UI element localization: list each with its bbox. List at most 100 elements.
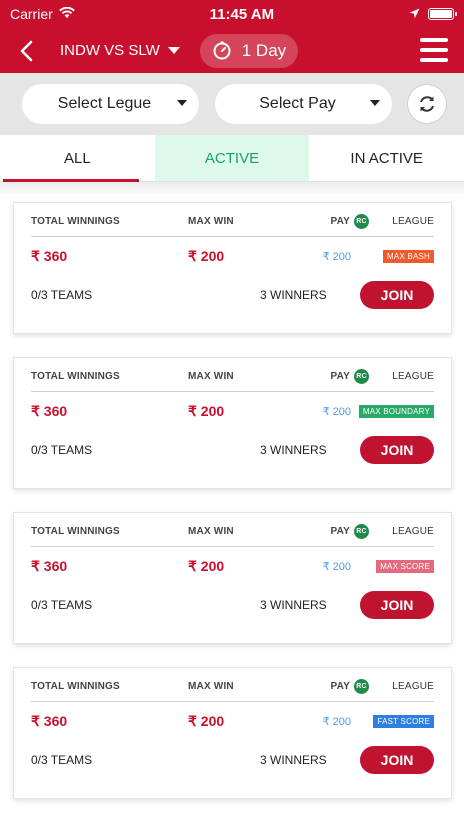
caret-down-icon	[370, 100, 380, 106]
total-winnings-value: ₹ 360	[31, 247, 68, 264]
join-button[interactable]: JOIN	[360, 281, 434, 309]
pay-header-label: PAY	[330, 215, 350, 227]
teams-count: 0/3 TEAMS	[31, 598, 93, 612]
divider	[0, 182, 464, 194]
tab-active[interactable]: ACTIVE	[154, 135, 310, 181]
location-arrow-icon	[409, 6, 420, 22]
pay-header-label: PAY	[330, 525, 350, 537]
match-selector[interactable]: INDW VS SLW	[60, 42, 180, 59]
max-win-value: ₹ 200	[188, 712, 225, 729]
teams-count: 0/3 TEAMS	[31, 288, 93, 302]
card-header: TOTAL WINNINGS MAX WIN PAY RC LEAGUE	[31, 676, 434, 702]
league-header: LEAGUE	[392, 525, 434, 537]
menu-button[interactable]	[420, 38, 448, 62]
tab-in-active[interactable]: IN ACTIVE	[309, 135, 464, 181]
max-win-header: MAX WIN	[188, 370, 234, 382]
rc-coin-icon: RC	[354, 368, 369, 384]
winners-count: 3 WINNERS	[260, 753, 327, 767]
pay-header-label: PAY	[330, 370, 350, 382]
card-values: ₹ 360 ₹ 200 ₹ 200 MAX SCORE	[31, 547, 434, 585]
carrier-label: Carrier	[10, 6, 53, 22]
max-win-header: MAX WIN	[188, 215, 234, 227]
pay-header-label: PAY	[330, 680, 350, 692]
contest-card: TOTAL WINNINGS MAX WIN PAY RC LEAGUE ₹ 36…	[13, 202, 452, 334]
max-win-header: MAX WIN	[188, 680, 234, 692]
pay-value: ₹ 200	[322, 715, 351, 728]
total-winnings-value: ₹ 360	[31, 557, 68, 574]
max-win-value: ₹ 200	[188, 557, 225, 574]
status-bar: Carrier 11:45 AM	[0, 0, 464, 28]
caret-down-icon	[167, 47, 180, 54]
status-right	[409, 6, 457, 22]
league-badge: MAX SCORE	[376, 559, 434, 573]
league-header: LEAGUE	[392, 370, 434, 382]
max-win-value: ₹ 200	[188, 247, 225, 264]
card-header: TOTAL WINNINGS MAX WIN PAY RC LEAGUE	[31, 211, 434, 237]
hamburger-bar	[420, 58, 448, 62]
winners-count: 3 WINNERS	[260, 443, 327, 457]
total-winnings-header: TOTAL WINNINGS	[31, 215, 120, 227]
card-footer: 0/3 TEAMS 3 WINNERS JOIN	[31, 585, 434, 625]
rc-coin-icon: RC	[354, 678, 369, 694]
max-win-header: MAX WIN	[188, 525, 234, 537]
card-values: ₹ 360 ₹ 200 ₹ 200 MAX BASH	[31, 237, 434, 275]
clock: 11:45 AM	[209, 5, 275, 23]
duration-pill[interactable]: 1 Day	[199, 33, 299, 68]
pay-header: PAY RC	[276, 213, 369, 229]
nav-bar: INDW VS SLW 1 Day	[0, 28, 464, 73]
winners-count: 3 WINNERS	[260, 598, 327, 612]
pay-value: ₹ 200	[322, 250, 351, 263]
total-winnings-value: ₹ 360	[31, 712, 68, 729]
pay-select[interactable]: Select Pay	[215, 84, 392, 124]
league-select-label: Select Legue	[57, 95, 152, 112]
status-left: Carrier	[10, 6, 75, 22]
rc-coin-icon: RC	[354, 523, 369, 539]
hamburger-bar	[420, 48, 448, 52]
join-button[interactable]: JOIN	[360, 591, 434, 619]
pay-header: PAY RC	[276, 523, 369, 539]
league-badge: MAX BASH	[383, 249, 434, 263]
league-select[interactable]: Select Legue	[22, 84, 199, 124]
duration-label: 1 Day	[241, 40, 287, 60]
wifi-icon	[58, 6, 75, 22]
pay-value: ₹ 200	[322, 560, 351, 573]
contest-card: TOTAL WINNINGS MAX WIN PAY RC LEAGUE ₹ 36…	[13, 512, 452, 644]
timer-icon	[213, 41, 231, 59]
max-win-value: ₹ 200	[188, 402, 225, 419]
pay-header: PAY RC	[276, 678, 369, 694]
rc-coin-icon: RC	[354, 213, 369, 229]
contest-card: TOTAL WINNINGS MAX WIN PAY RC LEAGUE ₹ 36…	[13, 357, 452, 489]
league-badge: FAST SCORE	[373, 714, 434, 728]
contest-list: TOTAL WINNINGS MAX WIN PAY RC LEAGUE ₹ 36…	[0, 194, 464, 799]
card-values: ₹ 360 ₹ 200 ₹ 200 MAX BOUNDARY	[31, 392, 434, 430]
card-footer: 0/3 TEAMS 3 WINNERS JOIN	[31, 275, 434, 315]
back-button[interactable]	[12, 37, 40, 65]
card-footer: 0/3 TEAMS 3 WINNERS JOIN	[31, 740, 434, 780]
filter-bar: Select Legue Select Pay	[0, 73, 464, 135]
league-header: LEAGUE	[392, 680, 434, 692]
tab-all[interactable]: ALL	[0, 135, 155, 182]
total-winnings-value: ₹ 360	[31, 402, 68, 419]
contest-card: TOTAL WINNINGS MAX WIN PAY RC LEAGUE ₹ 36…	[13, 667, 452, 799]
caret-down-icon	[177, 100, 187, 106]
total-winnings-header: TOTAL WINNINGS	[31, 370, 120, 382]
hamburger-bar	[420, 38, 448, 42]
league-cell: MAX BOUNDARY	[351, 404, 434, 418]
card-header: TOTAL WINNINGS MAX WIN PAY RC LEAGUE	[31, 366, 434, 392]
chevron-left-icon	[20, 40, 33, 61]
refresh-button[interactable]	[408, 85, 446, 123]
card-header: TOTAL WINNINGS MAX WIN PAY RC LEAGUE	[31, 521, 434, 547]
pay-value: ₹ 200	[322, 405, 351, 418]
total-winnings-header: TOTAL WINNINGS	[31, 525, 120, 537]
total-winnings-header: TOTAL WINNINGS	[31, 680, 120, 692]
teams-count: 0/3 TEAMS	[31, 443, 93, 457]
battery-icon	[427, 8, 457, 20]
join-button[interactable]: JOIN	[360, 746, 434, 774]
league-cell: MAX SCORE	[351, 559, 434, 573]
pay-select-label: Select Pay	[259, 95, 336, 112]
card-footer: 0/3 TEAMS 3 WINNERS JOIN	[31, 430, 434, 470]
league-cell: MAX BASH	[351, 249, 434, 263]
join-button[interactable]: JOIN	[360, 436, 434, 464]
tab-bar: ALL ACTIVE IN ACTIVE	[0, 135, 464, 182]
card-values: ₹ 360 ₹ 200 ₹ 200 FAST SCORE	[31, 702, 434, 740]
